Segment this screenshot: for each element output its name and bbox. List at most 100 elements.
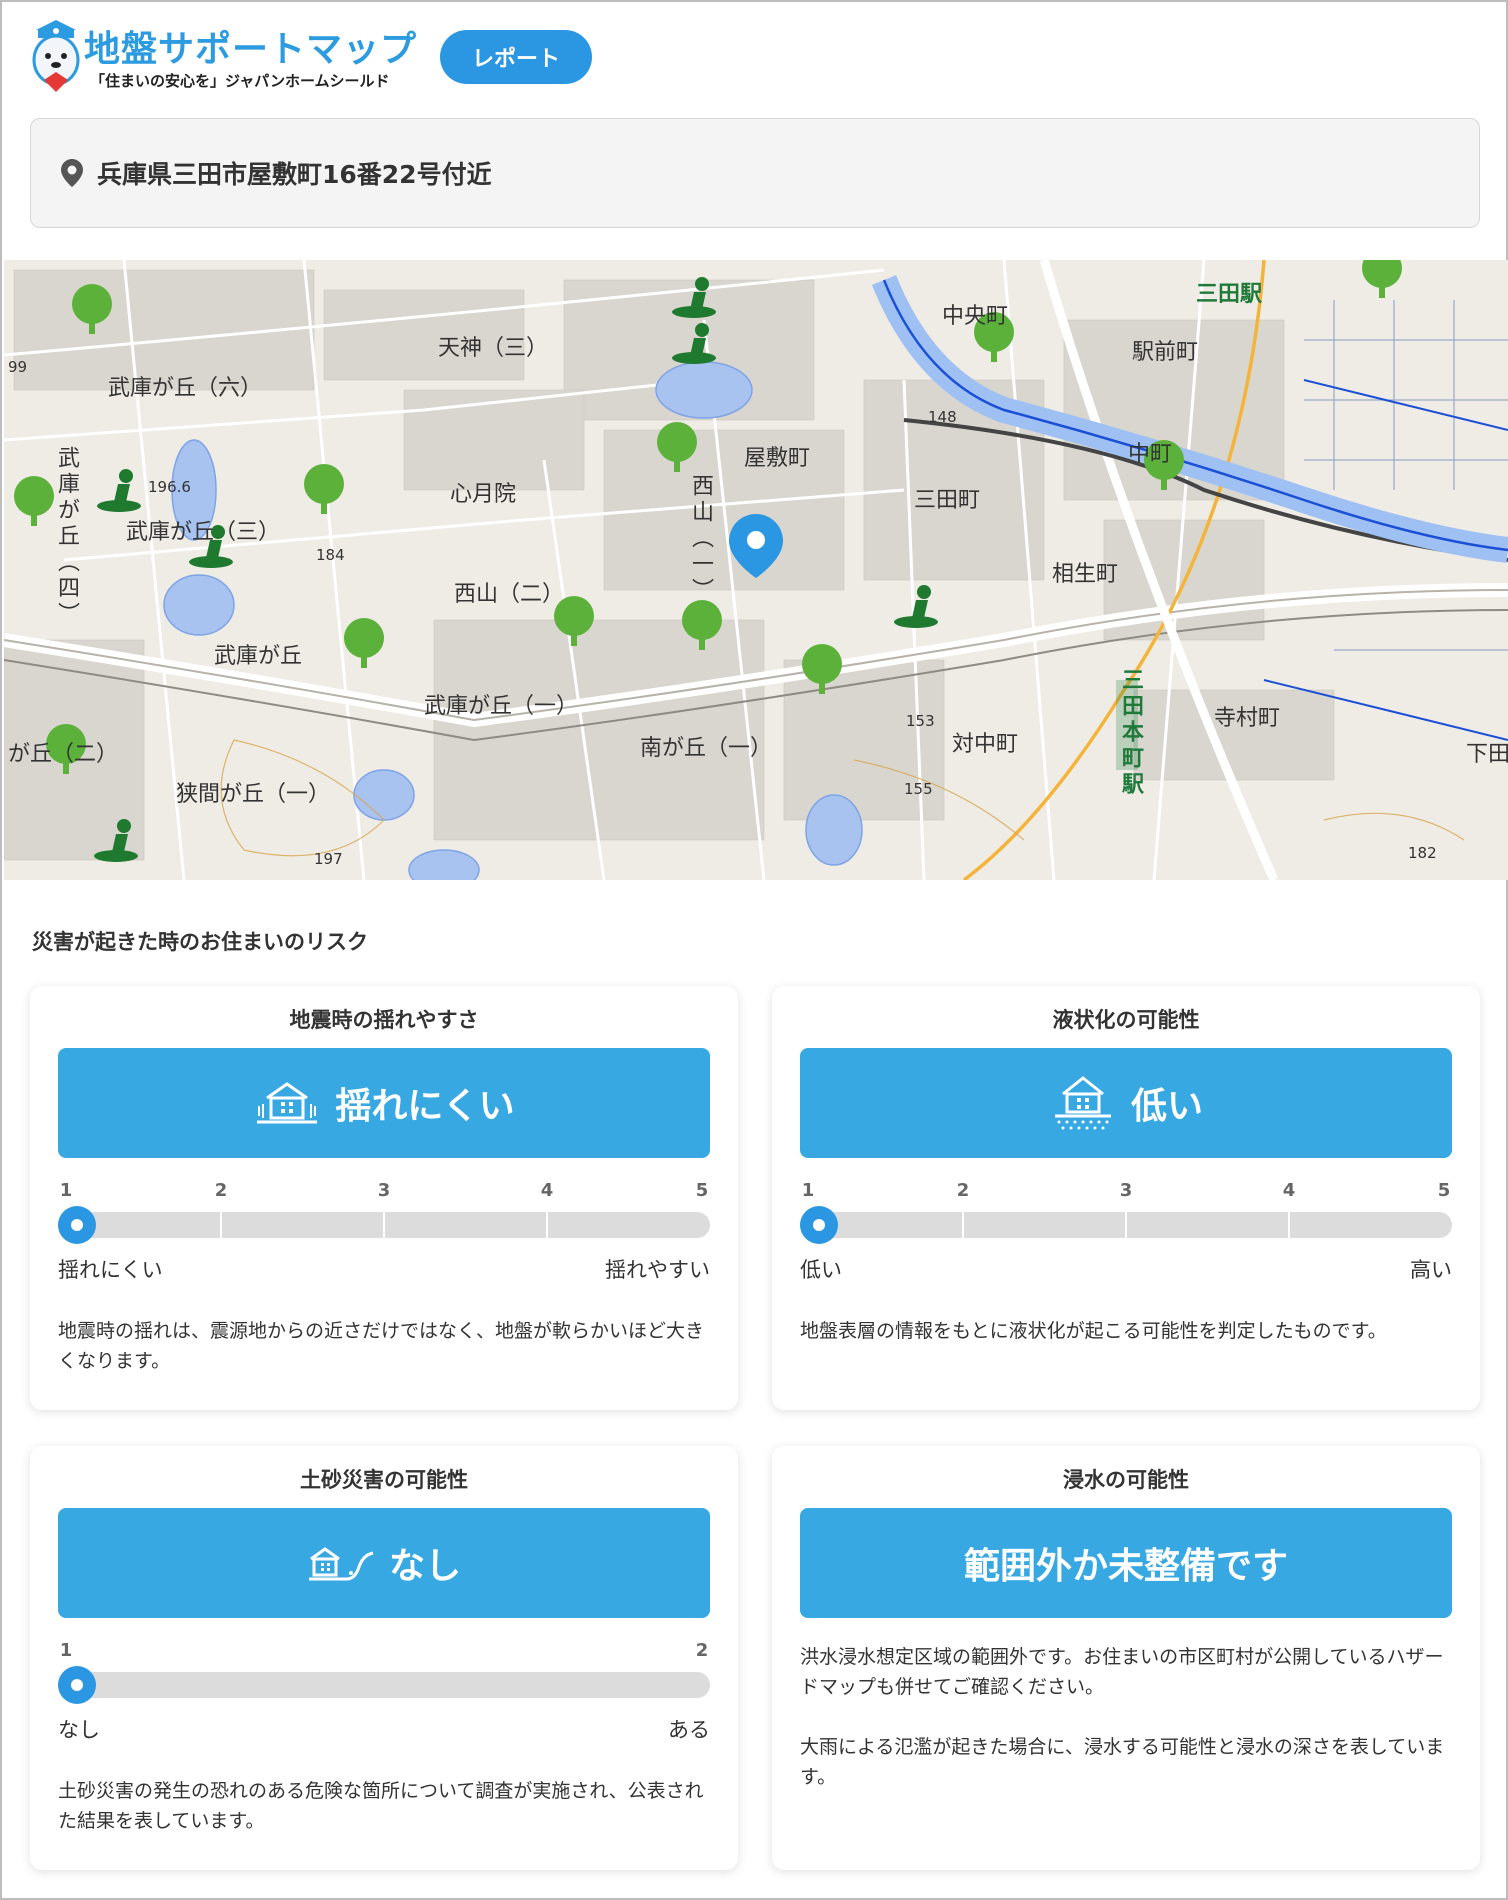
map-label: 心月院 xyxy=(450,482,517,507)
report-button[interactable]: レポート xyxy=(440,30,592,84)
result-label: なし xyxy=(388,1546,461,1587)
scale-numbers: 1 2 3 4 5 xyxy=(58,1180,710,1202)
scale-min-label: 揺れにくい xyxy=(58,1258,163,1282)
earthquake-risk-card: 地震時の揺れやすさ 揺れにくい 1 2 3 4 5 揺れにくい 揺れやすい 地震… xyxy=(30,986,738,1410)
scale-min-label: なし xyxy=(58,1718,100,1742)
scale-indicator xyxy=(58,1206,96,1244)
scale-number: 2 xyxy=(695,1640,709,1661)
scale-number: 2 xyxy=(956,1180,970,1201)
map-label: 天神（三） xyxy=(438,336,549,361)
page-frame: 地盤サポートマップ 「住まいの安心を」ジャパンホームシールド レポート 兵庫県三… xyxy=(0,0,1508,1900)
scale-divider xyxy=(383,1212,385,1238)
map-label: 対中町 xyxy=(952,732,1019,757)
map-label: 武庫が丘（三） xyxy=(126,520,281,545)
scale-number: 1 xyxy=(59,1180,73,1201)
card-description: 地震時の揺れは、震源地からの近さだけではなく、地盤が軟らかいほど大きくなります。 xyxy=(58,1320,705,1372)
landslide-risk-card: 土砂災害の可能性 なし 1 2 なし ある 土砂災害の発生の恐れのある危険な箇所… xyxy=(30,1446,738,1870)
map-label: 西山（一） xyxy=(688,474,713,604)
logo-title: 地盤サポートマップ xyxy=(84,29,418,70)
card-description: 土砂災害の発生の恐れのある危険な箇所について調査が実施され、公表された結果を表し… xyxy=(58,1780,704,1832)
scale-numbers: 1 2 xyxy=(58,1640,710,1662)
elevation-label: 197 xyxy=(314,850,343,868)
map-label: 寺村町 xyxy=(1214,706,1281,731)
map-label: 中央町 xyxy=(942,304,1009,329)
flood-risk-card: 浸水の可能性 範囲外か未整備です 洪水浸水想定区域の範囲外です。お住まいの市区町… xyxy=(772,1446,1480,1870)
liquefaction-risk-card: 液状化の可能性 低い 1 2 3 4 5 低い 高い 地盤表層の情報をもとに液状… xyxy=(772,986,1480,1410)
scale-numbers: 1 2 3 4 5 xyxy=(800,1180,1452,1202)
elevation-label: 184 xyxy=(316,546,345,564)
scale-number: 1 xyxy=(801,1180,815,1201)
card-description: 洪水浸水想定区域の範囲外です。お住まいの市区町村が公開しているハザードマップも併… xyxy=(800,1646,1444,1698)
house-landslide-icon xyxy=(308,1547,374,1581)
liquefaction-result-button[interactable]: 低い xyxy=(800,1048,1452,1158)
card-title: 液状化の可能性 xyxy=(1052,1008,1200,1032)
result-label: 低い xyxy=(1130,1086,1203,1127)
map-label: 下田 xyxy=(1466,742,1508,767)
card-description: 地盤表層の情報をもとに液状化が起こる可能性を判定したものです。 xyxy=(800,1320,1387,1342)
map-label: 三田町 xyxy=(914,488,981,513)
scale-divider xyxy=(962,1212,964,1238)
map-label: 武庫が丘（六） xyxy=(108,376,263,401)
map-label: 武庫が丘 xyxy=(214,644,303,669)
earthquake-scale-bar xyxy=(58,1206,710,1244)
scale-indicator xyxy=(58,1666,96,1704)
logo[interactable]: 地盤サポートマップ 「住まいの安心を」ジャパンホームシールド xyxy=(26,18,426,98)
scale-min-label: 低い xyxy=(800,1258,842,1282)
map-label: 屋敷町 xyxy=(744,446,811,471)
elevation-label: 153 xyxy=(906,712,935,730)
elevation-label: 196.6 xyxy=(148,478,191,496)
map-label: 駅前町 xyxy=(1132,340,1199,365)
scale-number: 5 xyxy=(695,1180,709,1201)
map-label: が丘（二） xyxy=(8,742,119,767)
house-shake-icon xyxy=(257,1082,318,1124)
card-title: 土砂災害の可能性 xyxy=(300,1468,468,1492)
liquefaction-scale-bar xyxy=(800,1206,1452,1244)
scale-divider xyxy=(220,1212,222,1238)
map-label: 相生町 xyxy=(1052,562,1119,587)
address-text: 兵庫県三田市屋敷町16番22号付近 xyxy=(97,160,492,189)
scale-number: 2 xyxy=(214,1180,228,1201)
scale-max-label: 揺れやすい xyxy=(605,1258,710,1282)
scale-number: 5 xyxy=(1437,1180,1451,1201)
scale-indicator xyxy=(800,1206,838,1244)
scale-number: 3 xyxy=(1119,1180,1133,1201)
scale-number: 3 xyxy=(377,1180,391,1201)
elevation-label: 148 xyxy=(928,408,957,426)
earthquake-result-button[interactable]: 揺れにくい xyxy=(58,1048,710,1158)
map-label: 武庫が丘（四） xyxy=(54,446,79,628)
result-label: 範囲外か未整備です xyxy=(963,1546,1288,1587)
station-label: 三田駅 xyxy=(1196,282,1263,307)
scale-max-label: 高い xyxy=(1410,1258,1452,1282)
elevation-label: 99 xyxy=(8,358,28,376)
map-view[interactable]: 天神（三） 武庫が丘（六） 屋敷町 心月院 武庫が丘（三） 西山（二） 武庫が丘… xyxy=(4,260,1508,880)
elevation-label: 155 xyxy=(904,780,933,798)
landslide-scale-bar xyxy=(58,1666,710,1704)
map-label: 武庫が丘（一） xyxy=(424,694,579,719)
elevation-label: 182 xyxy=(1408,844,1437,862)
address-bar: 兵庫県三田市屋敷町16番22号付近 xyxy=(30,118,1480,228)
scale-number: 1 xyxy=(59,1640,73,1661)
flood-result-button[interactable]: 範囲外か未整備です xyxy=(800,1508,1452,1618)
map-label: 中町 xyxy=(1128,442,1173,467)
card-title: 地震時の揺れやすさ xyxy=(289,1008,479,1032)
header: 地盤サポートマップ 「住まいの安心を」ジャパンホームシールド レポート xyxy=(26,18,1466,98)
card-title: 浸水の可能性 xyxy=(1063,1468,1189,1492)
scale-divider xyxy=(546,1212,548,1238)
section-title: 災害が起きた時のお住まいのリスク xyxy=(32,930,368,954)
landslide-result-button[interactable]: なし xyxy=(58,1508,710,1618)
location-pin-icon xyxy=(61,159,83,187)
scale-number: 4 xyxy=(540,1180,554,1201)
scale-number: 4 xyxy=(1282,1180,1296,1201)
scale-max-label: ある xyxy=(668,1718,710,1742)
map-label: 南が丘（一） xyxy=(640,736,773,761)
scale-divider xyxy=(1288,1212,1290,1238)
house-liquefaction-icon xyxy=(1054,1076,1111,1130)
map-label: 狭間が丘（一） xyxy=(176,782,331,807)
logo-subtitle: 「住まいの安心を」ジャパンホームシールド xyxy=(90,72,390,90)
card-description-secondary: 大雨による氾濫が起きた場合に、浸水する可能性と浸水の深さを表しています。 xyxy=(800,1736,1445,1788)
station-label: 三田本町駅 xyxy=(1118,668,1143,798)
map-label: 西山（二） xyxy=(454,582,565,607)
result-label: 揺れにくい xyxy=(335,1086,515,1127)
scale-divider xyxy=(1125,1212,1127,1238)
mascot-logo-icon xyxy=(32,20,80,92)
